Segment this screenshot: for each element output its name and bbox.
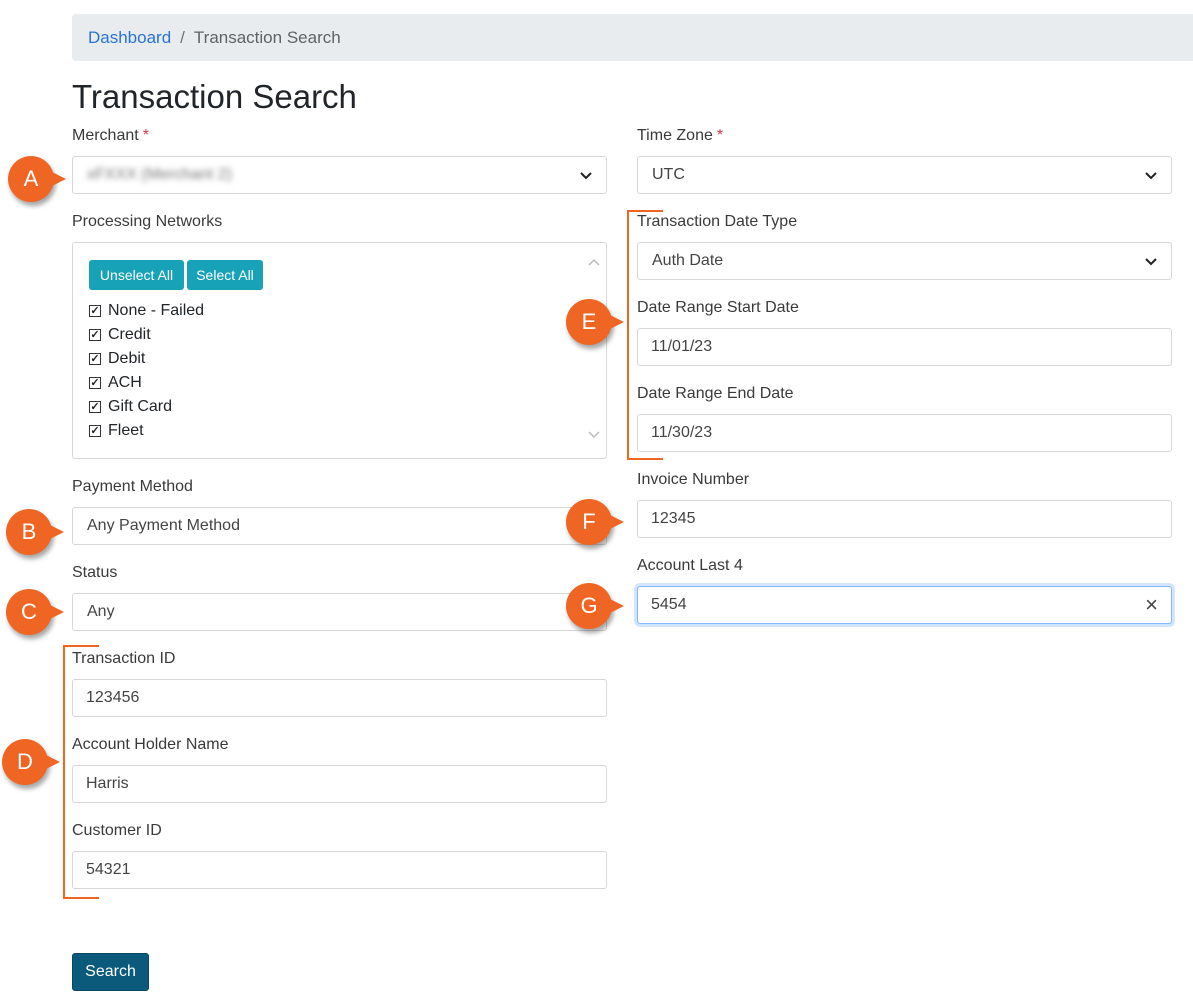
checkbox-checked-icon[interactable]: ✓	[89, 377, 101, 389]
page-title: Transaction Search	[72, 78, 357, 115]
transaction-date-type-value: Auth Date	[652, 252, 724, 269]
time-zone-label-text: Time Zone	[637, 127, 713, 144]
bracket-d	[63, 645, 99, 899]
payment-method-value: Any Payment Method	[87, 517, 240, 534]
callout-d: D	[2, 739, 60, 785]
callout-e: E	[566, 299, 624, 345]
checkbox-checked-icon[interactable]: ✓	[89, 353, 101, 365]
merchant-label: Merchant *	[72, 127, 149, 145]
account-last4-label: Account Last 4	[637, 557, 743, 574]
callout-g: G	[566, 583, 624, 629]
transaction-date-type-select[interactable]: Auth Date	[637, 242, 1172, 280]
network-option-gift-card[interactable]: ✓ Gift Card	[89, 398, 172, 416]
date-end-value: 11/30/23	[651, 424, 713, 441]
date-end-input[interactable]: 11/30/23	[637, 414, 1172, 452]
merchant-label-text: Merchant	[72, 127, 139, 144]
date-start-value: 11/01/23	[651, 338, 713, 355]
network-option-none-failed[interactable]: ✓ None - Failed	[89, 302, 204, 320]
network-option-credit[interactable]: ✓ Credit	[89, 326, 151, 344]
callout-f: F	[566, 499, 624, 545]
merchant-select[interactable]: xFXXX (Merchant 2)	[72, 156, 607, 194]
checkbox-checked-icon[interactable]: ✓	[89, 401, 101, 413]
network-label: Debit	[108, 350, 146, 367]
network-label: Fleet	[108, 422, 144, 439]
required-mark: *	[716, 127, 724, 144]
time-zone-select[interactable]: UTC	[637, 156, 1172, 194]
checkbox-checked-icon[interactable]: ✓	[89, 329, 101, 341]
payment-method-select[interactable]: Any Payment Method	[72, 507, 607, 545]
select-all-button[interactable]: Select All	[187, 260, 263, 290]
time-zone-value: UTC	[652, 166, 685, 183]
invoice-number-label: Invoice Number	[637, 471, 750, 488]
breadcrumb-dashboard-link[interactable]: Dashboard	[88, 28, 171, 48]
account-holder-name-input[interactable]: Harris	[72, 765, 607, 803]
time-zone-label: Time Zone *	[637, 127, 723, 145]
transaction-id-input[interactable]: 123456	[72, 679, 607, 717]
account-holder-name-value: Harris	[86, 775, 129, 792]
processing-networks-label: Processing Networks	[72, 213, 223, 230]
breadcrumb-separator: /	[180, 27, 185, 47]
bracket-e	[627, 210, 663, 460]
checkbox-checked-icon[interactable]: ✓	[89, 305, 101, 317]
status-label: Status	[72, 564, 118, 581]
chevron-down-icon	[580, 172, 592, 180]
customer-id-value: 54321	[86, 861, 131, 878]
payment-method-label: Payment Method	[72, 478, 193, 495]
status-select[interactable]: Any	[72, 593, 607, 631]
processing-networks-list[interactable]: Unselect All Select All ✓ None - Failed …	[72, 242, 607, 459]
invoice-number-value: 12345	[651, 510, 696, 527]
required-mark: *	[142, 127, 149, 144]
network-option-fleet[interactable]: ✓ Fleet	[89, 422, 144, 440]
breadcrumb: Dashboard / Transaction Search	[72, 14, 1193, 61]
network-label: None - Failed	[108, 302, 205, 319]
invoice-number-input[interactable]: 12345	[637, 500, 1172, 538]
callout-b: B	[6, 509, 64, 555]
account-last4-input[interactable]: 5454 ×	[637, 586, 1172, 624]
merchant-value: xFXXX (Merchant 2)	[87, 166, 232, 183]
network-option-debit[interactable]: ✓ Debit	[89, 350, 145, 368]
chevron-down-icon	[1145, 172, 1157, 180]
unselect-all-button[interactable]: Unselect All	[89, 260, 184, 290]
scroll-down-icon[interactable]	[588, 430, 600, 440]
status-value: Any	[87, 603, 115, 620]
breadcrumb-current: Transaction Search	[193, 27, 341, 47]
chevron-down-icon	[1145, 258, 1157, 266]
network-label: ACH	[108, 374, 142, 391]
search-button[interactable]: Search	[72, 953, 149, 991]
checkbox-checked-icon[interactable]: ✓	[89, 425, 101, 437]
transaction-id-value: 123456	[86, 689, 140, 706]
callout-c: C	[6, 589, 64, 635]
network-label: Credit	[108, 326, 151, 343]
scroll-up-icon[interactable]	[588, 257, 600, 267]
clear-icon[interactable]: ×	[1145, 594, 1158, 616]
callout-a: A	[8, 156, 66, 202]
network-label: Gift Card	[108, 398, 173, 415]
date-start-input[interactable]: 11/01/23	[637, 328, 1172, 366]
account-last4-value: 5454	[651, 596, 687, 613]
network-option-ach[interactable]: ✓ ACH	[89, 374, 142, 392]
customer-id-input[interactable]: 54321	[72, 851, 607, 889]
